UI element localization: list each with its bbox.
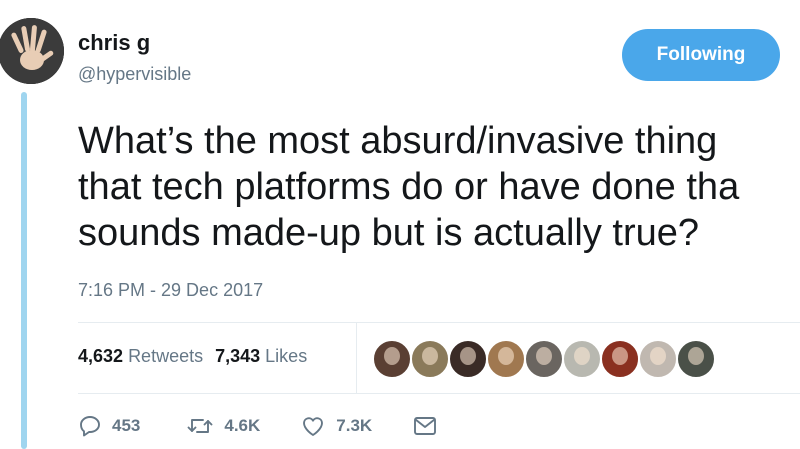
reply-icon [80,416,100,437]
retweet-button[interactable]: 4.6K [186,414,260,438]
direct-message-button[interactable] [412,414,438,438]
tweet-text-line: What’s the most absurd/invasive thing [78,120,718,162]
likes-count: 7,343 [215,346,261,366]
likes-stat[interactable]: 7,343 Likes [215,346,307,366]
thread-line [21,92,27,449]
likes-label: Likes [265,346,308,366]
author-handle[interactable]: @hypervisible [78,64,191,85]
author-display-name[interactable]: chris g [78,30,150,56]
reply-count: 453 [112,416,141,435]
liker-avatar[interactable] [638,339,678,379]
author-avatar[interactable] [0,18,64,84]
following-button[interactable]: Following [622,29,780,81]
tweet-timestamp[interactable]: 7:16 PM - 29 Dec 2017 [78,280,263,301]
tweet-text: What’s the most absurd/invasive thing th… [78,118,800,256]
liker-avatars [372,339,716,379]
tweet-stats: 4,632 Retweets 7,343 Likes [78,346,307,367]
liker-avatar[interactable] [600,339,640,379]
retweets-count: 4,632 [78,346,124,366]
liker-avatar[interactable] [448,339,488,379]
tweet-actions: 453 4.6K 7.3K [78,414,438,438]
retweets-label: Retweets [128,346,204,366]
liker-avatar[interactable] [676,339,716,379]
divider [78,322,800,323]
envelope-icon [414,417,437,435]
hand-avatar-icon [0,18,64,84]
retweets-stat[interactable]: 4,632 Retweets [78,346,203,366]
tweet-text-line: that tech platforms do or have done tha [78,166,740,208]
tweet-text-line: sounds made-up but is actually true? [78,212,700,254]
liker-avatar[interactable] [372,339,412,379]
like-count: 7.3K [336,416,373,435]
heart-icon [303,417,324,436]
divider [356,322,357,393]
retweet-icon [187,419,213,433]
liker-avatar[interactable] [562,339,602,379]
divider [78,393,800,394]
liker-avatar[interactable] [486,339,526,379]
like-button[interactable]: 7.3K [300,414,372,438]
liker-avatar[interactable] [410,339,450,379]
retweet-count: 4.6K [224,416,261,435]
reply-button[interactable]: 453 [78,414,140,438]
liker-avatar[interactable] [524,339,564,379]
